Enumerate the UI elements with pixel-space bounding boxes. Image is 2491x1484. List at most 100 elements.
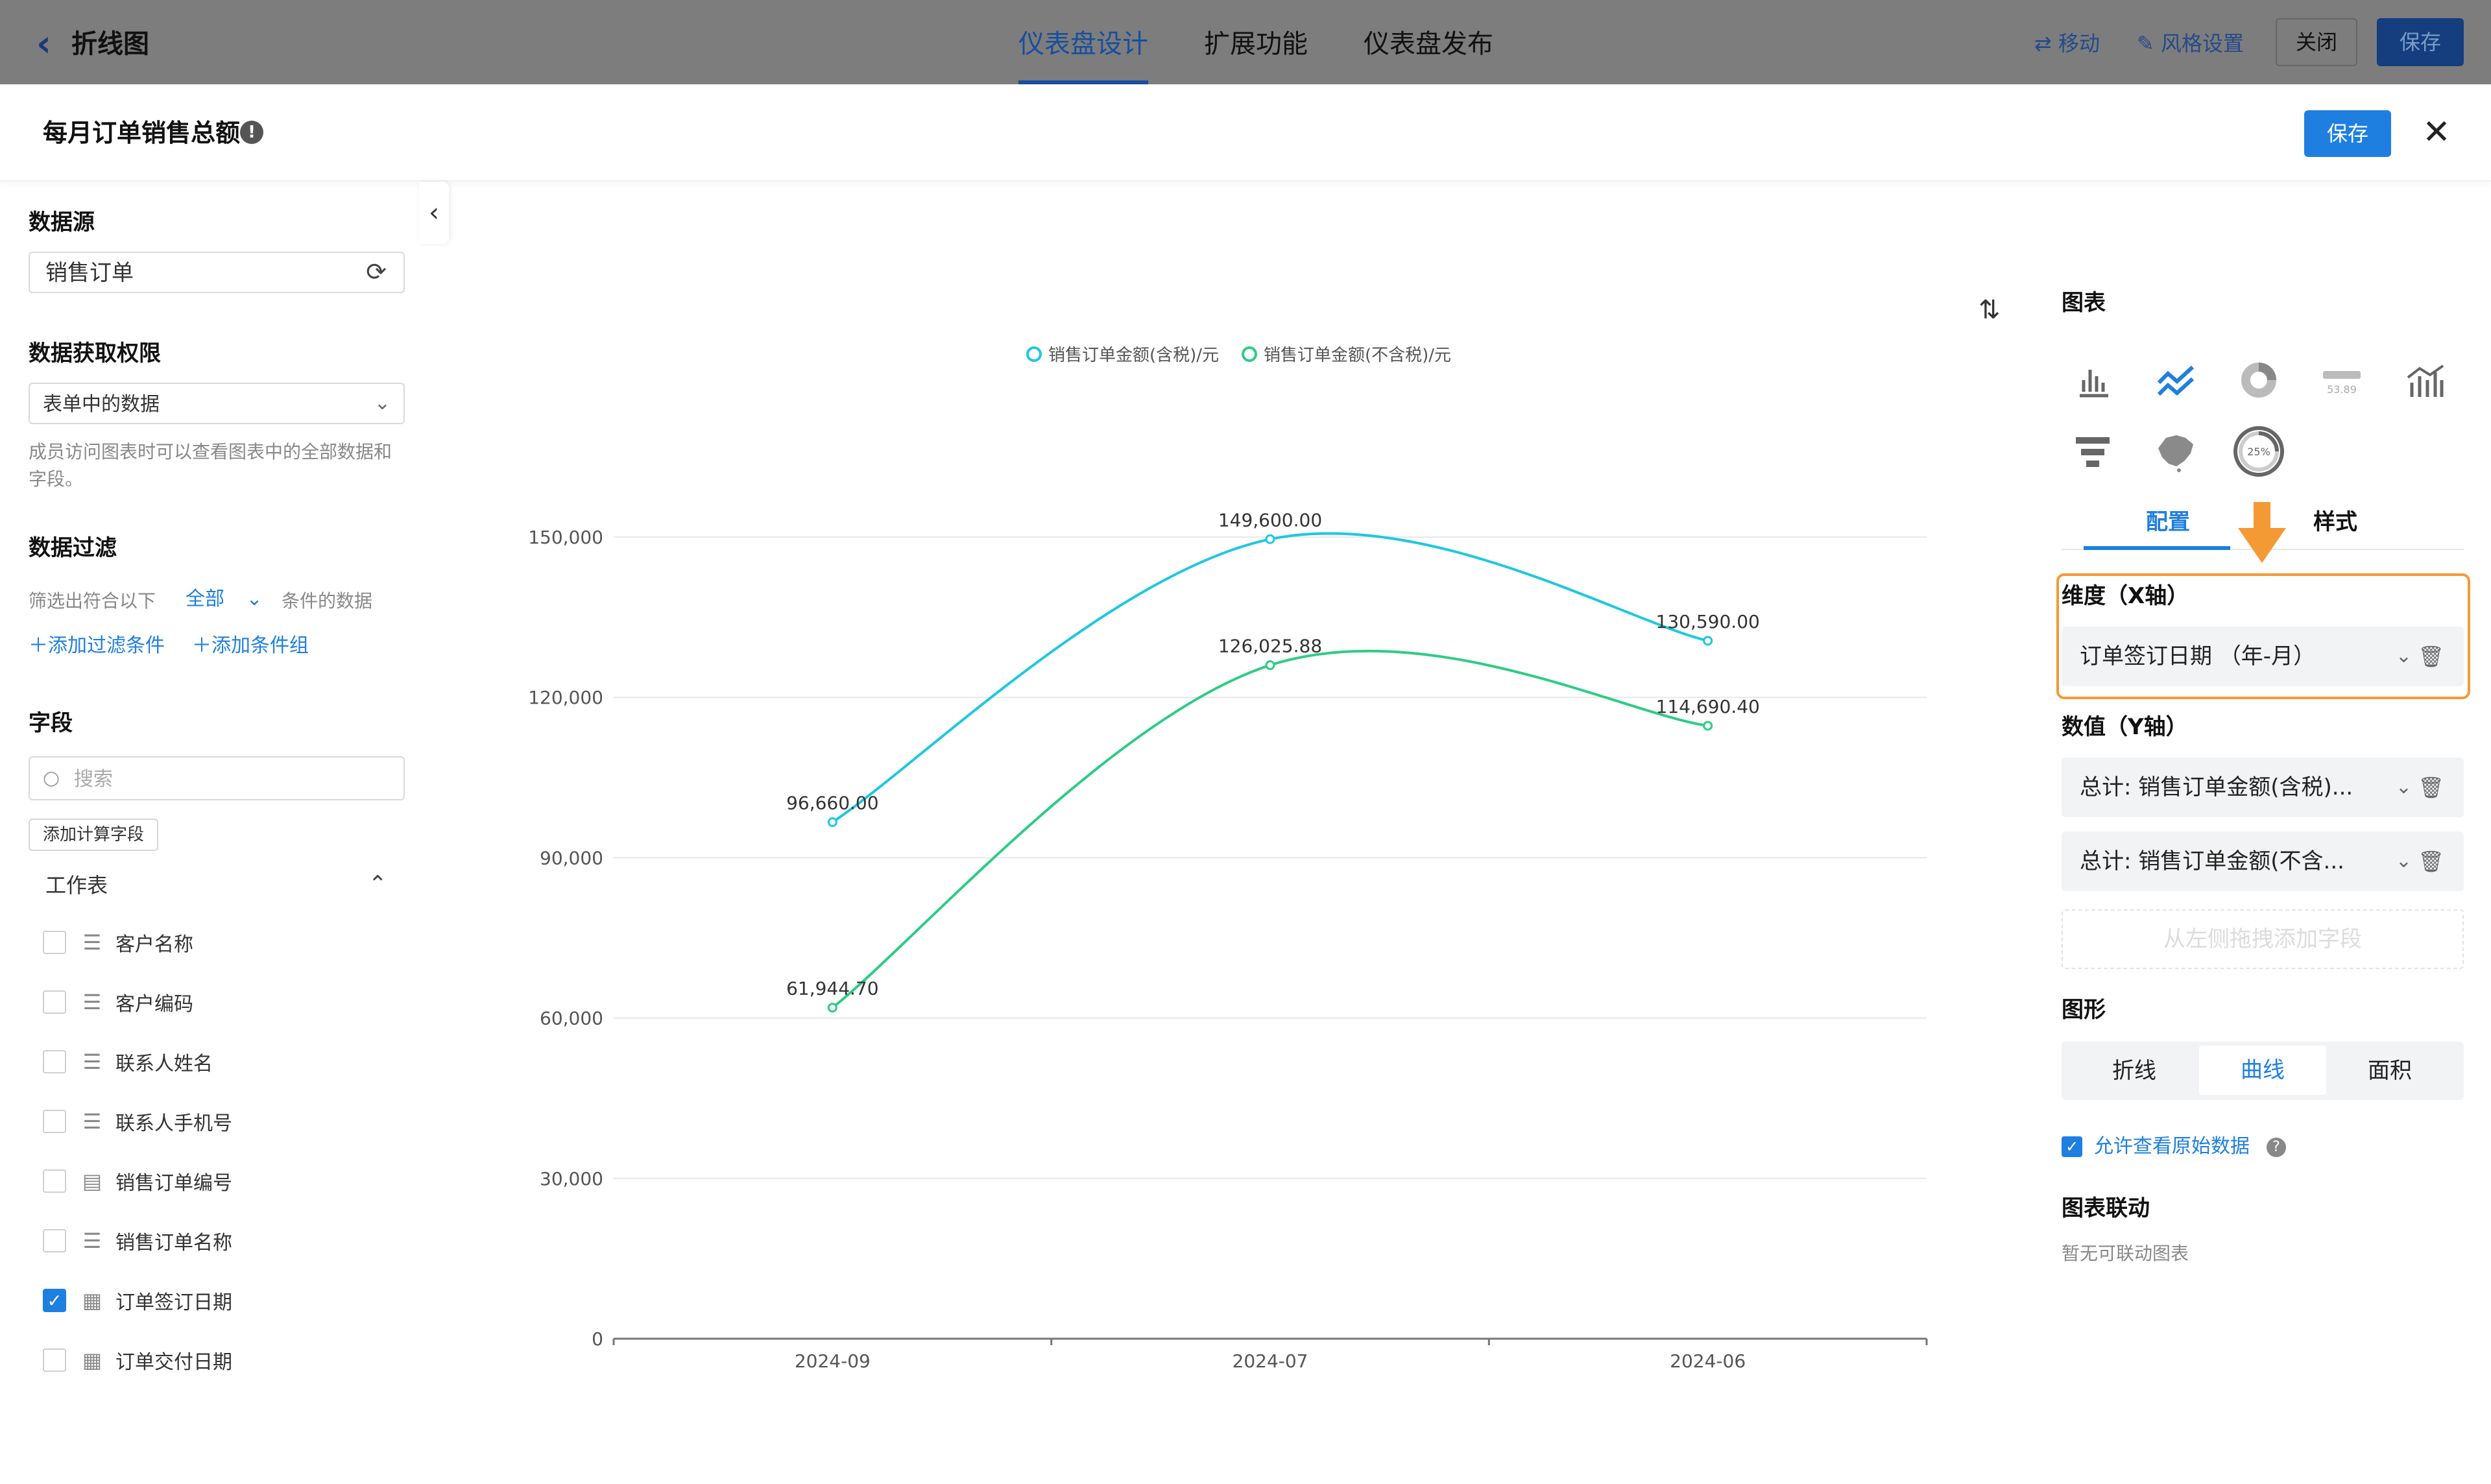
series-line (832, 649, 1708, 1009)
value-field-1[interactable]: 总计: 销售订单金额(含税)... ⌄ 🗑 (2062, 758, 2464, 817)
data-point (1265, 660, 1275, 671)
funnel-chart-icon[interactable] (2062, 420, 2124, 483)
add-group-button[interactable]: ＋添加条件组 (192, 632, 309, 660)
chevron-left-icon: ‹ (429, 198, 439, 228)
shape-option-curve[interactable]: 曲线 (2199, 1046, 2326, 1095)
chart-type-label: 图表 (2062, 290, 2106, 316)
donut-chart-icon[interactable] (2228, 349, 2290, 411)
checkbox[interactable] (43, 1348, 66, 1372)
field-item[interactable]: ☰ 客户编码 (43, 986, 193, 1018)
field-item[interactable]: ☰ 销售订单名称 (43, 1225, 232, 1257)
field-item[interactable]: ▦ 订单交付日期 (43, 1344, 232, 1376)
y-tick-label: 60,000 (540, 1008, 603, 1029)
checkbox-checked[interactable]: ✓ (43, 1289, 66, 1312)
tab-style[interactable]: 样式 (2313, 506, 2357, 538)
fields-label: 字段 (29, 710, 73, 736)
tab-extensions[interactable]: 扩展功能 (1204, 25, 1308, 64)
swap-axis-icon[interactable]: ⇅ (1979, 295, 2001, 325)
tab-config[interactable]: 配置 (2146, 506, 2190, 538)
line-chart: 销售订单金额(含税)/元 销售订单金额(不含税)/元 0 30,000 60,000 90… (528, 346, 1928, 1372)
close-button[interactable]: 关闭 (2276, 18, 2357, 66)
legend-marker (1026, 346, 1042, 362)
data-point (827, 817, 837, 828)
text-icon: ☰ (82, 990, 102, 1014)
permission-label: 数据获取权限 (29, 341, 161, 366)
permission-select[interactable]: 表单中的数据 ⌄ (29, 383, 405, 424)
drop-field-zone[interactable]: 从左侧拖拽添加字段 (2062, 909, 2464, 969)
field-search-input[interactable]: ○ 搜索 (29, 756, 405, 800)
allow-raw-checkbox[interactable]: ✓ (2062, 1136, 2082, 1157)
combo-chart-icon[interactable] (2394, 349, 2456, 411)
top-save-button[interactable]: 保存 (2377, 18, 2464, 66)
chevron-down-icon: ⌄ (246, 588, 263, 610)
style-settings-button[interactable]: ✎ 风格设置 (2137, 27, 2244, 60)
x-tick-label: 2024-07 (1233, 1350, 1308, 1372)
help-icon[interactable]: ? (2267, 1138, 2286, 1157)
field-item[interactable]: ▤ 销售订单编号 (43, 1165, 232, 1197)
filter-prefix: 筛选出符合以下 (29, 590, 156, 612)
field-item[interactable]: ☰ 客户名称 (43, 926, 193, 959)
chart-settings-panel: 图表 53.89 25% 配置 样式 维度（X轴） 订单签订日期 （年-月） ⌄… (2056, 266, 2477, 1484)
linkage-hint: 暂无可联动图表 (2062, 1243, 2189, 1264)
line-chart-icon[interactable] (2145, 349, 2207, 411)
dimension-field[interactable]: 订单签订日期 （年-月） ⌄ 🗑 (2062, 627, 2464, 686)
checkbox[interactable] (43, 1169, 66, 1193)
tab-dashboard-publish[interactable]: 仪表盘发布 (1364, 25, 1493, 64)
x-tick-label: 2024-06 (1670, 1350, 1746, 1372)
x-tick-label: 2024-09 (795, 1350, 871, 1372)
shape-option-area[interactable]: 面积 (2326, 1044, 2453, 1097)
y-tick-label: 30,000 (540, 1168, 603, 1190)
checkbox[interactable] (43, 931, 66, 954)
linkage-label: 图表联动 (2062, 1195, 2150, 1221)
data-point (1703, 721, 1713, 731)
checkbox[interactable] (43, 1229, 66, 1252)
tab-dashboard-design[interactable]: 仪表盘设计 (1018, 25, 1148, 86)
field-item[interactable]: ☰ 联系人姓名 (43, 1046, 213, 1078)
data-label: 61,944.70 (786, 978, 879, 999)
chevron-down-icon: ⌄ (374, 392, 391, 414)
chevron-down-icon[interactable]: ⌄ (2396, 642, 2412, 671)
number-card-value: 53.89 (2327, 383, 2357, 396)
allow-raw-label[interactable]: 允许查看原始数据 (2094, 1131, 2250, 1162)
collapse-panel-button[interactable]: ‹ (419, 182, 449, 244)
move-button[interactable]: ⇄ 移动 (2034, 27, 2100, 60)
shape-option-polyline[interactable]: 折线 (2071, 1044, 2198, 1097)
field-item[interactable]: ✓ ▦ 订单签订日期 (43, 1284, 232, 1317)
calendar-icon: ▦ (82, 1348, 102, 1372)
chevron-down-icon[interactable]: ⌄ (2396, 847, 2412, 876)
value-field-2[interactable]: 总计: 销售订单金额(不含... ⌄ 🗑 (2062, 832, 2464, 891)
data-label: 130,590.00 (1656, 611, 1760, 632)
refresh-icon[interactable]: ⟳ (366, 257, 387, 287)
field-item[interactable]: ☰ 联系人手机号 (43, 1105, 232, 1138)
dimension-label: 维度（X轴） (2062, 583, 2189, 609)
bar-chart-icon[interactable] (2062, 349, 2124, 411)
filter-mode-select[interactable]: 全部 ⌄ (186, 585, 263, 614)
checkbox[interactable] (43, 1110, 66, 1133)
info-icon[interactable]: ! (240, 121, 263, 144)
chevron-down-icon[interactable]: ⌄ (2396, 773, 2412, 802)
add-calc-field-button[interactable]: 添加计算字段 (29, 819, 159, 851)
value-field-2-text: 总计: 销售订单金额(不含... (2080, 848, 2344, 874)
chevron-up-icon[interactable]: ⌃ (368, 868, 387, 900)
permission-hint: 成员访问图表时可以查看图表中的全部数据和字段。 (29, 441, 392, 490)
save-button[interactable]: 保存 (2304, 110, 2391, 157)
trash-icon[interactable]: 🗑 (2418, 773, 2444, 802)
chart-title[interactable]: 每月订单销售总额 (43, 115, 240, 150)
checkbox[interactable] (43, 1050, 66, 1073)
filter-suffix: 条件的数据 (282, 590, 373, 612)
dimension-value: 订单签订日期 （年-月） (2080, 643, 2316, 669)
checkbox[interactable] (43, 990, 66, 1014)
trash-icon[interactable]: 🗑 (2418, 847, 2444, 876)
text-icon: ☰ (82, 1049, 102, 1074)
back-arrow-icon[interactable]: ‹ (36, 25, 75, 64)
add-filter-button[interactable]: ＋添加过滤条件 (29, 632, 165, 660)
datasource-value: 销售订单 (45, 260, 134, 286)
map-chart-icon[interactable] (2145, 420, 2207, 483)
trash-icon[interactable]: 🗑 (2418, 642, 2444, 671)
search-placeholder: 搜索 (74, 768, 113, 791)
datasource-select[interactable]: 销售订单 ⟳ (29, 252, 405, 293)
close-icon[interactable]: ✕ (2417, 113, 2456, 152)
gauge-chart-icon[interactable]: 25% (2228, 420, 2290, 483)
number-card-icon[interactable]: 53.89 (2311, 349, 2373, 411)
worksheet-group-label: 工作表 (45, 873, 108, 898)
